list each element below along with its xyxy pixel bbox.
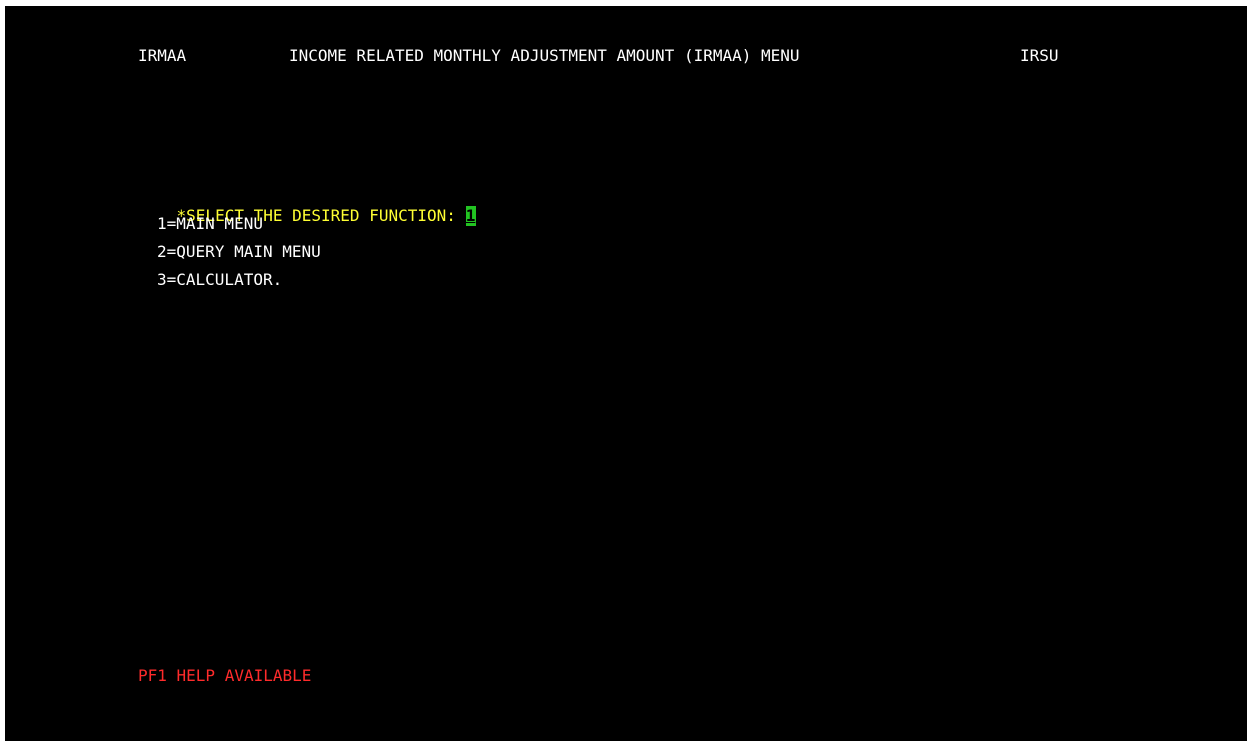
- menu-option-query-main-menu: 2=QUERY MAIN MENU: [157, 242, 321, 261]
- screen-title: INCOME RELATED MONTHLY ADJUSTMENT AMOUNT…: [289, 46, 800, 65]
- terminal-screen: IRMAA INCOME RELATED MONTHLY ADJUSTMENT …: [5, 6, 1247, 741]
- screen-id: IRMAA: [138, 46, 187, 65]
- function-selection-input[interactable]: 1: [465, 206, 476, 226]
- help-available-message: PF1 HELP AVAILABLE: [138, 666, 312, 685]
- menu-option-calculator: 3=CALCULATOR.: [157, 270, 283, 289]
- menu-option-main-menu: 1=MAIN MENU: [157, 214, 263, 233]
- system-id: IRSU: [1020, 46, 1059, 65]
